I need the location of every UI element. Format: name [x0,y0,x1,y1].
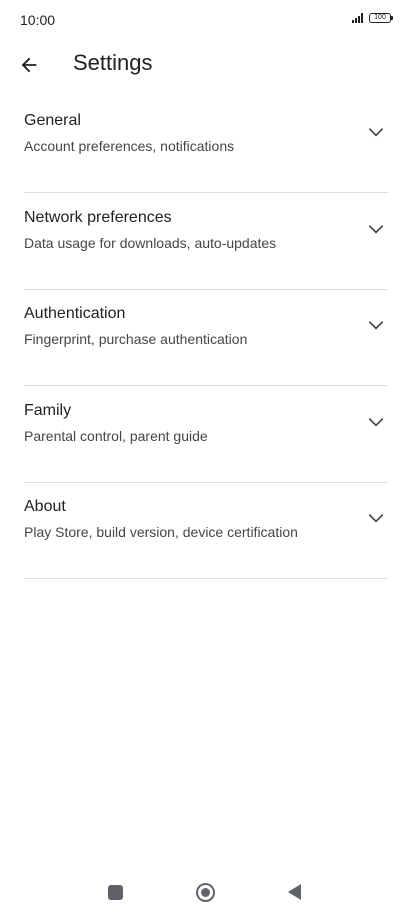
settings-item-title: Authentication [24,305,126,322]
chevron-down-icon[interactable] [366,219,386,239]
settings-list: General Account preferences, notificatio… [24,97,388,580]
page-title: Settings [73,50,153,75]
recents-button[interactable] [108,885,123,900]
settings-item-title: Family [24,401,72,419]
battery-icon: 100 [369,13,393,23]
settings-item-network-preferences[interactable]: Network preferences Data usage for downl… [24,194,388,290]
signal-icon [352,13,363,23]
settings-item-subtitle: Parental control, parent guide [24,427,208,444]
settings-item-subtitle: Play Store, build version, device certif… [24,524,298,540]
back-button[interactable] [14,50,44,80]
status-icons: 100 [352,13,393,23]
system-nav-bar [0,870,413,920]
settings-item-title: General [24,112,81,129]
settings-item-subtitle: Fingerprint, purchase authentication [24,331,248,347]
settings-item-authentication[interactable]: Authentication Fingerprint, purchase aut… [24,290,388,386]
chevron-down-icon[interactable] [366,508,386,528]
settings-item-general[interactable]: General Account preferences, notificatio… [24,97,388,193]
chevron-down-icon[interactable] [366,122,386,142]
status-time: 10:00 [20,12,56,28]
app-bar: Settings [0,44,413,84]
chevron-down-icon[interactable] [366,315,386,335]
settings-item-family[interactable]: Family Parental control, parent guide [24,387,388,483]
status-bar: 10:00 100 [0,0,413,40]
settings-item-about[interactable]: About Play Store, build version, device … [24,483,388,579]
battery-level: 100 [374,14,386,21]
chevron-down-icon[interactable] [366,412,386,432]
system-back-button[interactable] [288,884,301,900]
settings-item-title: About [24,498,66,515]
settings-item-title: Network preferences [24,208,172,226]
home-button[interactable] [196,883,215,902]
settings-item-subtitle: Account preferences, notifications [24,138,235,154]
arrow-left-icon [21,57,37,73]
settings-item-subtitle: Data usage for downloads, auto-updates [24,234,277,251]
